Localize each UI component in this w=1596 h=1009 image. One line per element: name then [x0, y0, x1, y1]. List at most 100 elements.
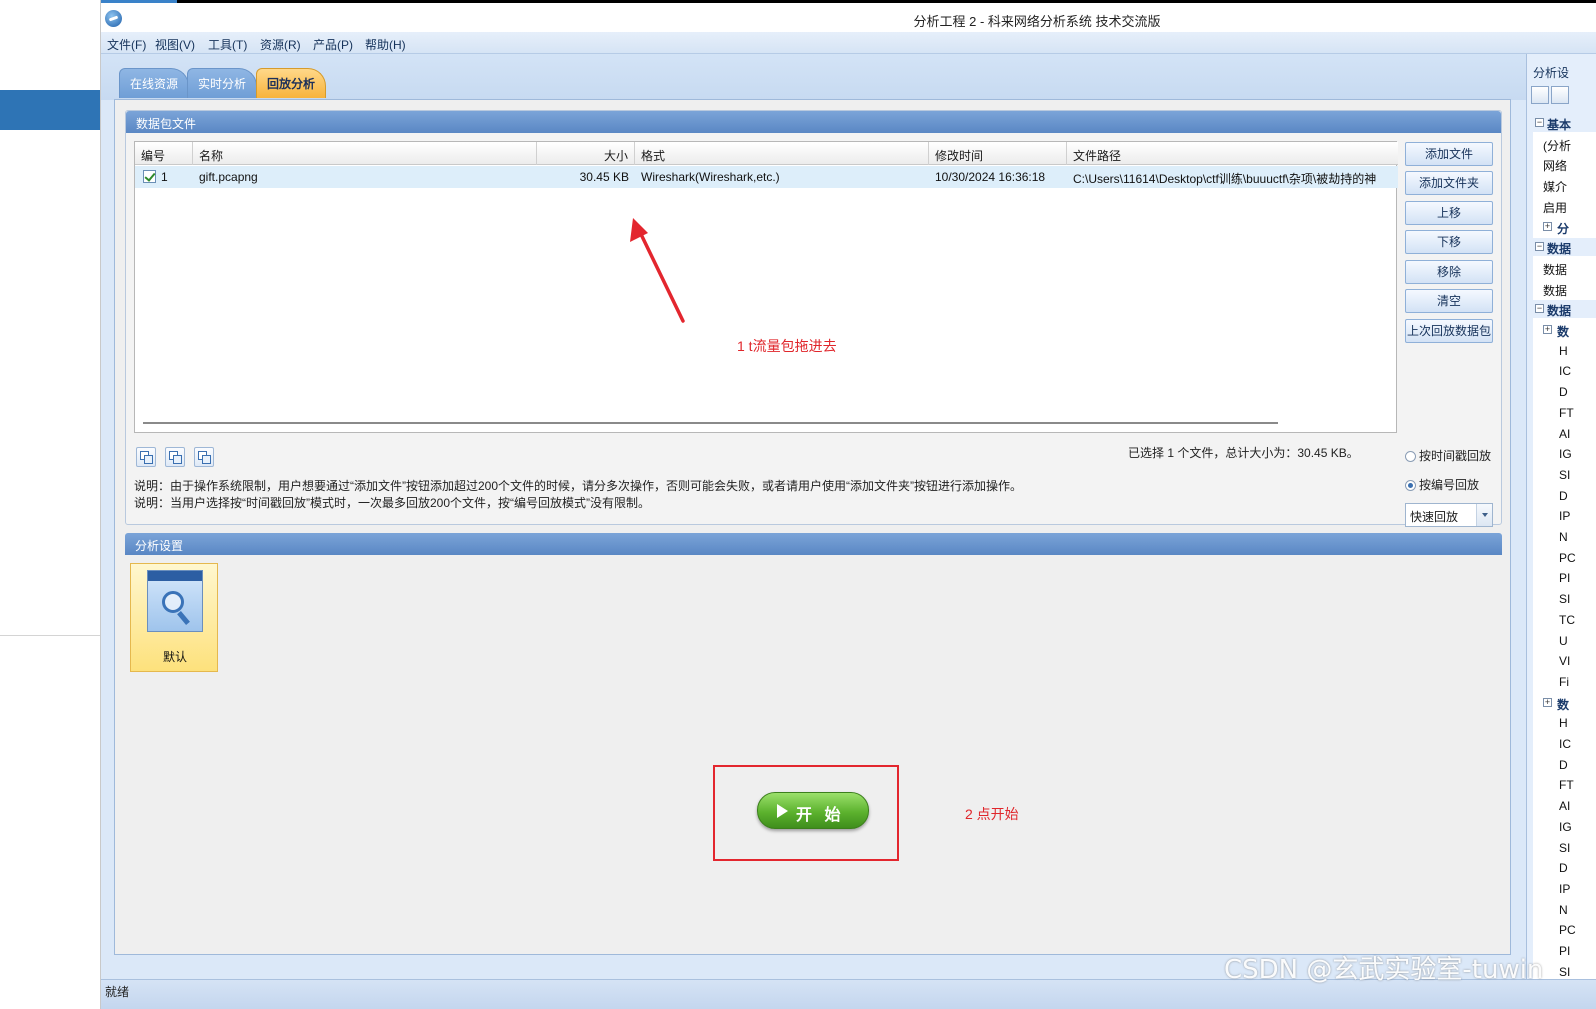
expand-icon[interactable]: + [1543, 222, 1552, 231]
property-item[interactable]: PI [1559, 944, 1570, 958]
col-modified[interactable]: 修改时间 [929, 142, 1067, 165]
desktop-blue-bar [0, 90, 101, 130]
property-item[interactable]: H [1559, 344, 1568, 358]
tab-realtime-analysis[interactable]: 实时分析 [187, 68, 258, 98]
property-item[interactable]: N [1559, 903, 1568, 917]
menu-help[interactable]: 帮助(H) [365, 36, 406, 53]
property-item[interactable]: SI [1559, 965, 1570, 979]
table-row[interactable]: 1 gift.pcapng 30.45 KB Wireshark(Wiresha… [135, 166, 1398, 188]
move-down-button[interactable]: 下移 [1405, 230, 1493, 254]
radio-dot-selected[interactable] [1405, 480, 1416, 491]
menu-tools[interactable]: 工具(T) [208, 36, 247, 53]
property-category[interactable]: − 数据 [1533, 300, 1596, 318]
default-profile-tile[interactable]: 默认 [130, 563, 218, 672]
remove-button[interactable]: 移除 [1405, 260, 1493, 284]
property-item[interactable]: FT [1559, 406, 1574, 420]
add-file-button[interactable]: 添加文件 [1405, 142, 1493, 166]
col-size[interactable]: 大小 [537, 142, 635, 165]
tab-online-resources[interactable]: 在线资源 [119, 68, 190, 98]
property-item[interactable]: SI [1559, 592, 1570, 606]
property-item[interactable]: 网络 [1543, 157, 1567, 174]
last-replay-button[interactable]: 上次回放数据包 [1405, 319, 1493, 343]
property-item[interactable]: VI [1559, 654, 1570, 668]
desktop-divider [0, 635, 101, 636]
property-item[interactable]: IP [1559, 509, 1570, 523]
property-category[interactable]: − 数据 [1533, 238, 1596, 256]
properties-pane: 分析设 − 基本 (分析 网络 媒介 启用 + 分 − 数据 数据 数据 − 数据 + 数 H IC D FT AI IG… [1526, 54, 1596, 984]
property-item[interactable]: IG [1559, 447, 1572, 461]
collapse-icon[interactable]: − [1535, 242, 1544, 251]
col-path[interactable]: 文件路径 [1067, 142, 1398, 165]
property-subcategory[interactable]: + 数 [1533, 694, 1596, 712]
property-item[interactable]: FT [1559, 778, 1574, 792]
radio-number-replay[interactable]: 按编号回放 [1405, 476, 1479, 493]
property-item[interactable]: SI [1559, 468, 1570, 482]
selection-info: 已选择 1 个文件，总计大小为：30.45 KB。 [1128, 446, 1359, 460]
annotation-step1: 1 t流量包拖进去 [737, 338, 837, 354]
horizontal-scrollbar[interactable] [143, 422, 1278, 424]
property-item[interactable]: D [1559, 385, 1568, 399]
start-label: 开 始 [796, 807, 845, 824]
subcategory-label: 数 [1557, 325, 1570, 339]
property-item[interactable]: N [1559, 530, 1568, 544]
select-all-icon[interactable] [136, 447, 156, 467]
property-item[interactable]: PC [1559, 923, 1576, 937]
collapse-icon[interactable]: − [1535, 304, 1544, 313]
property-item[interactable]: AI [1559, 427, 1570, 441]
tab-replay-analysis[interactable]: 回放分析 [256, 68, 327, 98]
property-item[interactable]: Fi [1559, 675, 1569, 689]
property-item[interactable]: H [1559, 716, 1568, 730]
property-item[interactable]: 数据 [1543, 282, 1567, 299]
add-folder-button[interactable]: 添加文件夹 [1405, 171, 1493, 195]
col-id[interactable]: 编号 [135, 142, 193, 165]
property-item[interactable]: SI [1559, 841, 1570, 855]
menu-products[interactable]: 产品(P) [313, 36, 353, 53]
col-format[interactable]: 格式 [635, 142, 929, 165]
select-none-icon[interactable] [165, 447, 185, 467]
property-item[interactable]: 启用 [1543, 199, 1567, 216]
col-name[interactable]: 名称 [193, 142, 537, 165]
start-button[interactable]: 开 始 [757, 792, 869, 829]
invert-selection-icon[interactable] [194, 447, 214, 467]
menu-view[interactable]: 视图(V) [155, 36, 195, 53]
chevron-down-icon[interactable] [1476, 504, 1492, 526]
property-subcategory[interactable]: + 分 [1533, 218, 1596, 236]
title-accent [101, 0, 177, 3]
property-item[interactable]: IP [1559, 882, 1570, 896]
packet-file-table[interactable]: 编号 名称 大小 格式 修改时间 文件路径 1 gift.pcapng 30.4… [134, 141, 1398, 433]
property-item[interactable]: IC [1559, 737, 1571, 751]
radio-dot[interactable] [1405, 451, 1416, 462]
move-up-button[interactable]: 上移 [1405, 201, 1493, 225]
property-item[interactable]: AI [1559, 799, 1570, 813]
categorized-icon[interactable] [1531, 86, 1549, 104]
radio-timestamp-replay[interactable]: 按时间戳回放 [1405, 447, 1491, 464]
menu-file[interactable]: 文件(F) [107, 36, 146, 53]
property-item[interactable]: 媒介 [1543, 178, 1567, 195]
property-subcategory[interactable]: + 数 [1533, 321, 1596, 339]
note-line-1: 说明：由于操作系统限制，用户想要通过“添加文件”按钮添加超过200个文件的时候，… [134, 479, 1023, 493]
property-item[interactable]: PC [1559, 551, 1576, 565]
property-item[interactable]: IC [1559, 364, 1571, 378]
property-item[interactable]: IG [1559, 820, 1572, 834]
status-text: 就绪 [105, 985, 130, 999]
row-checkbox[interactable] [143, 170, 156, 183]
subcategory-label: 分 [1557, 222, 1570, 236]
property-item[interactable]: (分析 [1543, 137, 1571, 154]
property-item[interactable]: U [1559, 634, 1568, 648]
menu-resources[interactable]: 资源(R) [260, 36, 301, 53]
tab-strip: 在线资源 实时分析 回放分析 [101, 54, 1526, 100]
collapse-icon[interactable]: − [1535, 118, 1544, 127]
sort-icon[interactable] [1551, 86, 1569, 104]
property-category[interactable]: − 基本 [1533, 114, 1596, 132]
property-item[interactable]: D [1559, 489, 1568, 503]
expand-icon[interactable]: + [1543, 325, 1552, 334]
clear-button[interactable]: 清空 [1405, 289, 1493, 313]
property-item[interactable]: D [1559, 861, 1568, 875]
property-item[interactable]: PI [1559, 571, 1570, 585]
expand-icon[interactable]: + [1543, 698, 1552, 707]
property-item[interactable]: D [1559, 758, 1568, 772]
replay-speed-select[interactable]: 快速回放 [1405, 503, 1493, 527]
property-item[interactable]: 数据 [1543, 261, 1567, 278]
packet-file-header: 数据包文件 [126, 111, 1501, 133]
property-item[interactable]: TC [1559, 613, 1575, 627]
